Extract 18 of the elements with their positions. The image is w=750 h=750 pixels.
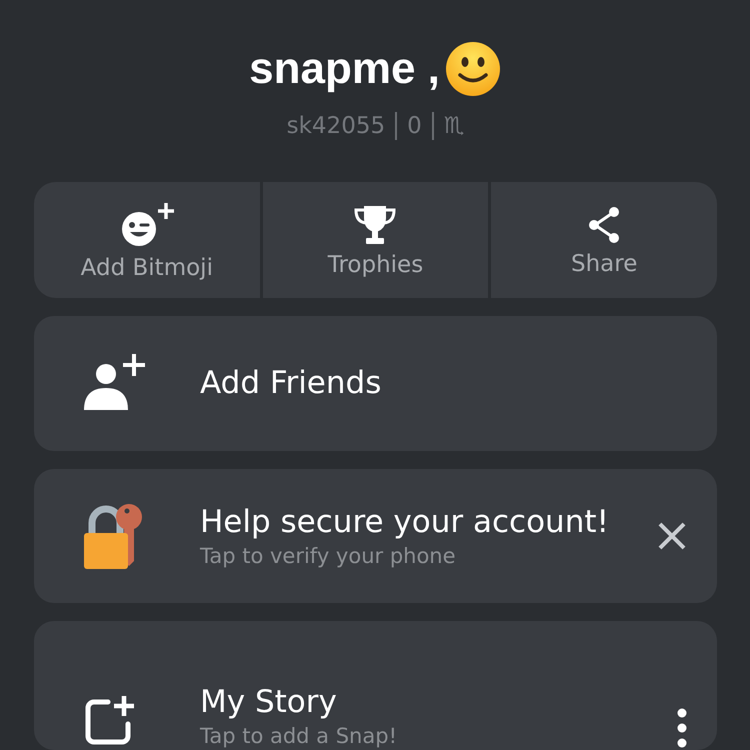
card-title: My Story (200, 684, 338, 720)
action-tile[interactable]: Share (491, 182, 717, 298)
card-subtitle: Tap to add a Snap! (200, 724, 398, 748)
smiley-icon (444, 40, 502, 98)
card-title: Add Friends (200, 365, 382, 402)
more-menu-icon[interactable] (677, 708, 687, 748)
zodiac-sign: ♏ (444, 113, 464, 139)
action-tile[interactable]: Add Bitmoji (34, 182, 260, 298)
list-card[interactable]: Help secure your account! Tap to verify your phone (34, 468, 717, 604)
snap-score: 0 (407, 113, 422, 139)
card-title: Help secure your account! (200, 504, 610, 540)
list-card[interactable]: My Story Tap to add a Snap! (34, 621, 717, 750)
username: sk42055 (286, 113, 386, 139)
display-name: snapme , (249, 44, 440, 94)
list-card[interactable]: Add Friends (34, 316, 717, 451)
close-icon[interactable] (657, 520, 687, 551)
card-subtitle: Tap to verify your phone (200, 544, 457, 568)
action-tile[interactable]: Trophies (262, 182, 488, 298)
